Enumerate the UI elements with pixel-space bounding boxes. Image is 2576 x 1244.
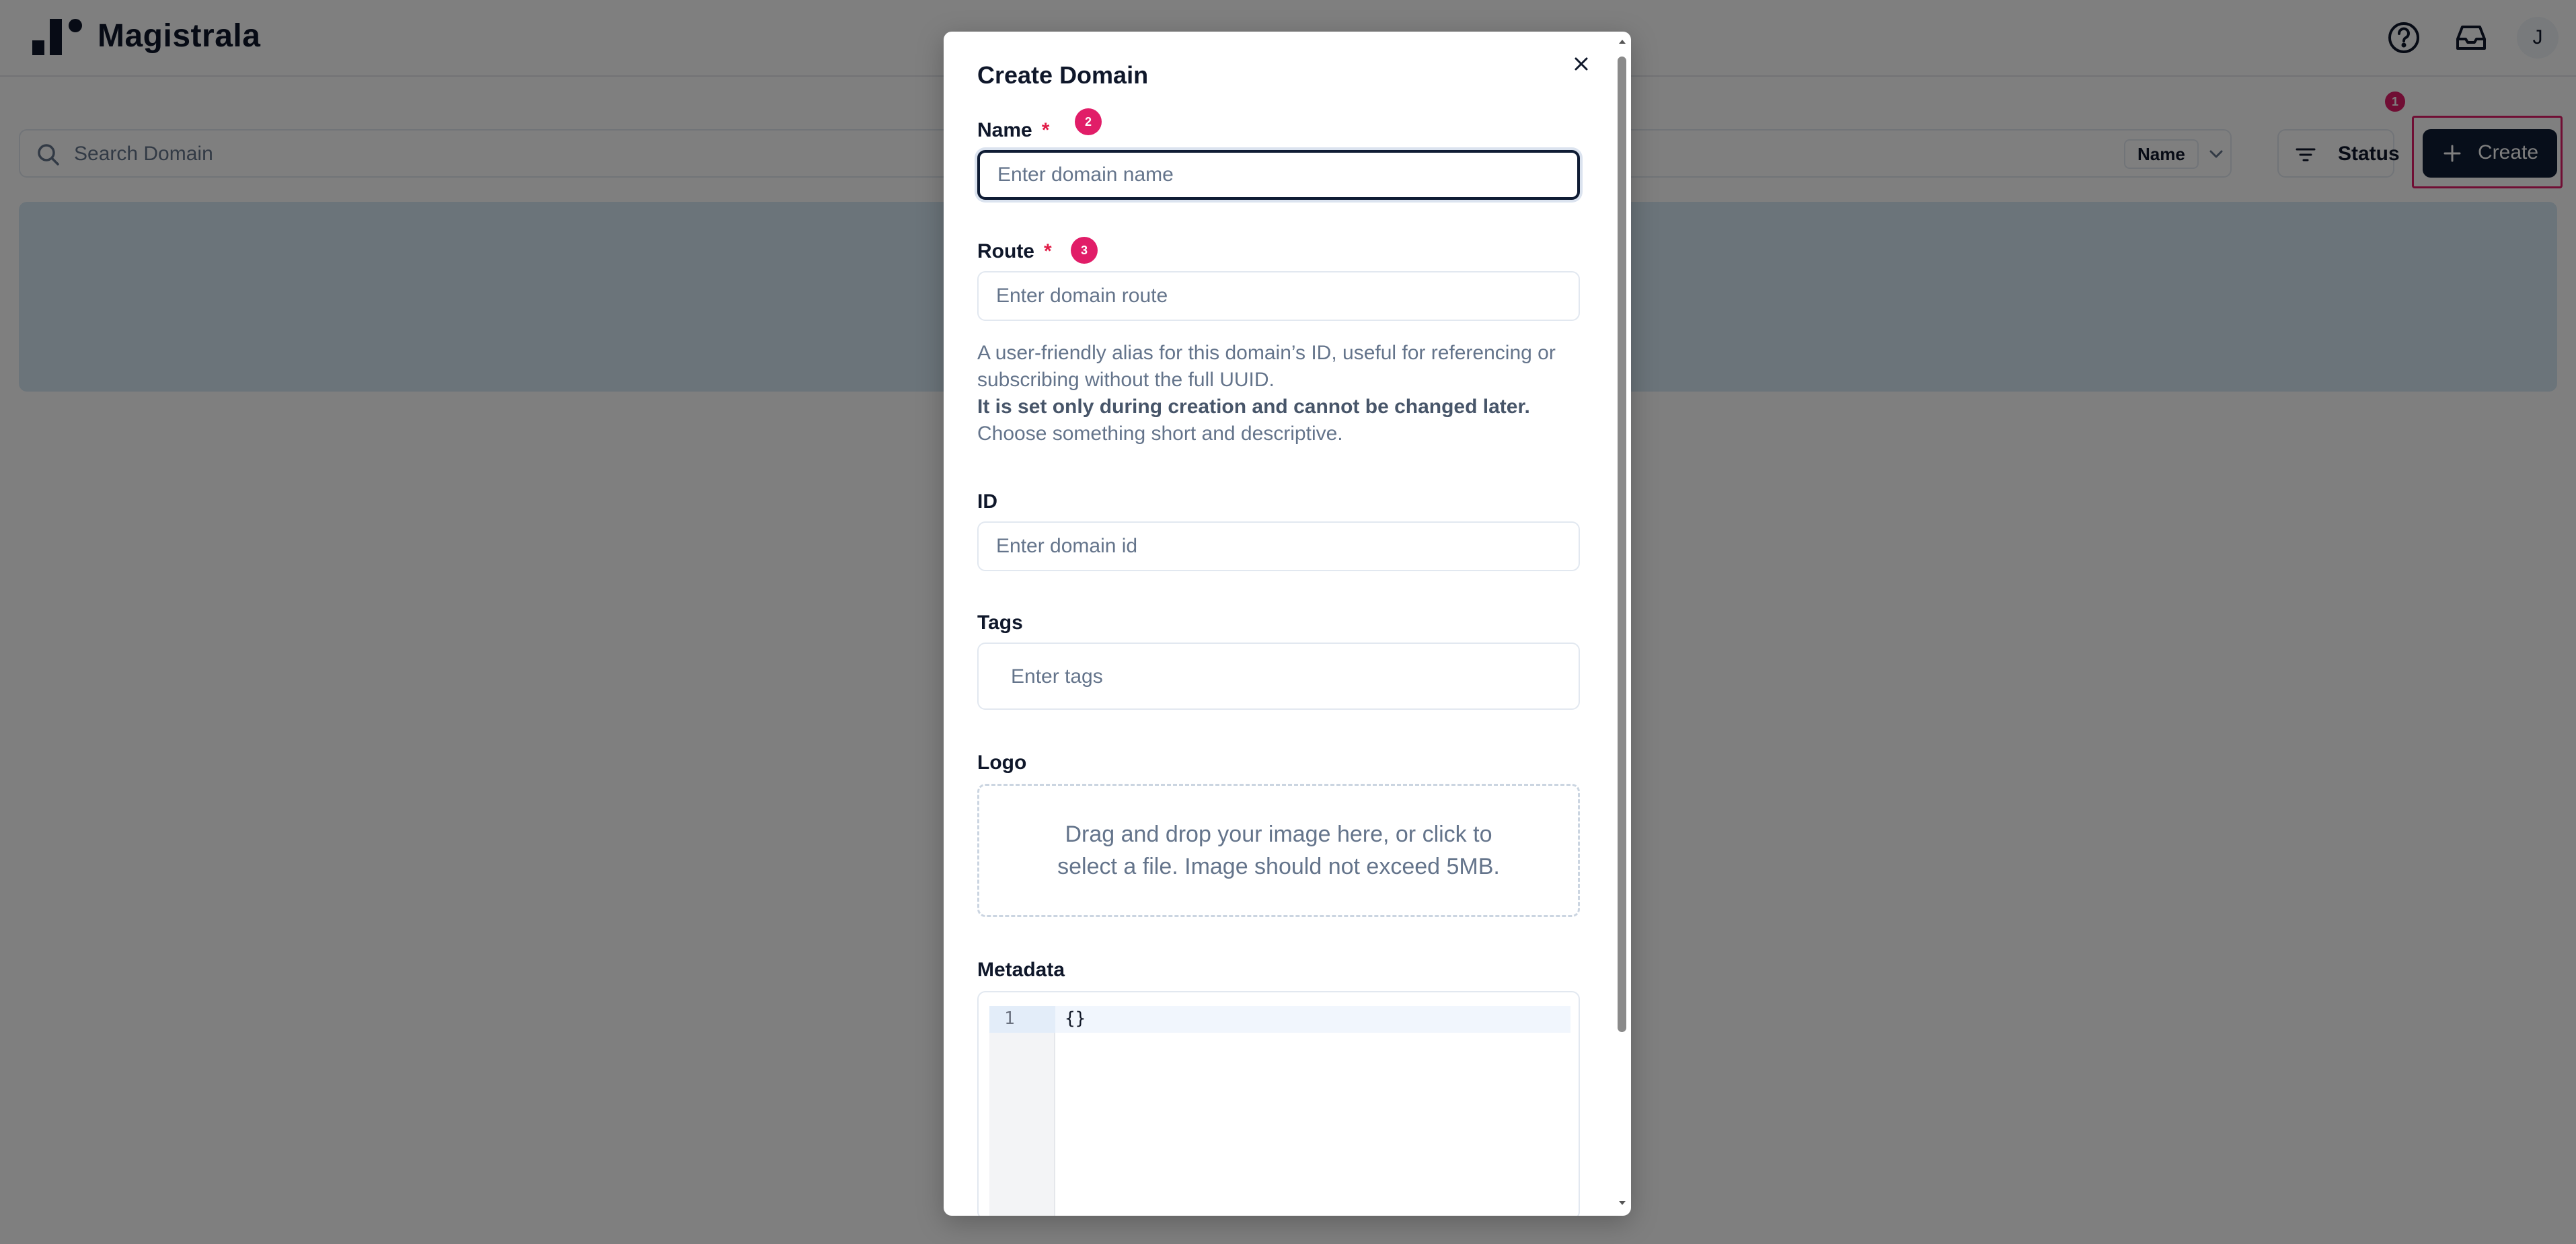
required-mark: * xyxy=(1041,119,1050,141)
annotation-badge-3: 3 xyxy=(1071,237,1098,264)
route-help-text: A user-friendly alias for this domain’s … xyxy=(977,342,1556,445)
domain-id-input[interactable] xyxy=(977,521,1580,571)
domain-route-input[interactable] xyxy=(977,271,1580,321)
dialog-title: Create Domain xyxy=(977,61,1149,89)
route-label: Route * xyxy=(977,240,1052,262)
dialog-scroll-thumb[interactable] xyxy=(1618,57,1626,1032)
required-mark: * xyxy=(1044,240,1052,262)
logo-label: Logo xyxy=(977,752,1027,774)
create-domain-dialog: Create Domain Name* 2 Route* 3 A user-fr… xyxy=(944,32,1631,1216)
tags-label: Tags xyxy=(977,612,1023,634)
editor-code[interactable]: {} xyxy=(1065,1009,1086,1029)
tags-input[interactable]: Enter tags xyxy=(977,643,1580,710)
editor-gutter-active xyxy=(989,1006,1055,1033)
id-label: ID xyxy=(977,490,997,513)
scroll-up-icon[interactable] xyxy=(1617,36,1628,47)
metadata-editor[interactable]: 1 {} xyxy=(977,991,1580,1216)
close-icon[interactable] xyxy=(1568,50,1595,77)
line-number: 1 xyxy=(1004,1009,1015,1029)
name-label: Name * xyxy=(977,119,1050,141)
scroll-down-icon[interactable] xyxy=(1617,1198,1628,1208)
dropzone-text: Drag and drop your image here, or click … xyxy=(1057,821,1500,879)
tags-placeholder: Enter tags xyxy=(1011,665,1103,688)
annotation-badge-2: 2 xyxy=(1075,108,1102,135)
metadata-label: Metadata xyxy=(977,959,1065,981)
domain-name-input[interactable] xyxy=(977,150,1580,200)
editor-gutter xyxy=(989,1006,1055,1216)
logo-dropzone[interactable]: Drag and drop your image here, or click … xyxy=(977,784,1580,917)
